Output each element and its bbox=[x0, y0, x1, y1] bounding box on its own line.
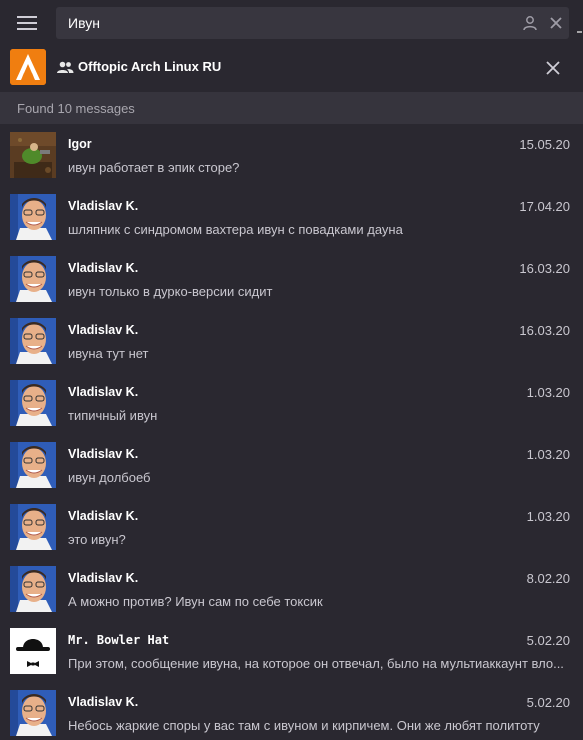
message-preview: ивун только в дурко-версии сидит bbox=[68, 284, 273, 299]
sender-name: Vladislav K. bbox=[68, 509, 139, 523]
list-item[interactable]: Vladislav K. 1.03.20 типичный ивун bbox=[0, 372, 583, 434]
photo-avatar-image bbox=[10, 504, 56, 550]
group-icon bbox=[57, 61, 74, 73]
sender-name: Vladislav K. bbox=[68, 199, 139, 213]
sender-name: Vladislav K. bbox=[68, 261, 139, 275]
avatar bbox=[10, 504, 56, 550]
message-date: 15.05.20 bbox=[519, 137, 570, 152]
photo-avatar-image bbox=[10, 442, 56, 488]
message-preview: А можно против? Ивун сам по себе токсик bbox=[68, 594, 323, 609]
message-preview: шляпник с синдромом вахтера ивун с повад… bbox=[68, 222, 403, 237]
window-edge-mark bbox=[576, 19, 583, 33]
avatar bbox=[10, 318, 56, 364]
message-date: 16.03.20 bbox=[519, 261, 570, 276]
list-item[interactable]: Vladislav K. 1.03.20 это ивун? bbox=[0, 496, 583, 558]
close-icon bbox=[550, 17, 562, 29]
message-preview: Небось жаркие споры у вас там с ивуном и… bbox=[68, 718, 540, 733]
person-icon bbox=[523, 16, 537, 31]
search-top-bar bbox=[0, 0, 583, 46]
sender-name: Vladislav K. bbox=[68, 323, 139, 337]
sender-name: Vladislav K. bbox=[68, 385, 139, 399]
message-preview: ивун работает в эпик сторе? bbox=[68, 160, 240, 175]
user-filter-button[interactable] bbox=[517, 7, 543, 39]
message-preview: При этом, сообщение ивуна, на которое он… bbox=[68, 656, 564, 671]
message-date: 16.03.20 bbox=[519, 323, 570, 338]
menu-button[interactable] bbox=[0, 0, 54, 46]
list-item[interactable]: Vladislav K. 16.03.20 ивуна тут нет bbox=[0, 310, 583, 372]
avatar bbox=[10, 566, 56, 612]
list-item[interactable]: Vladislav K. 5.02.20 Небось жаркие споры… bbox=[0, 682, 583, 740]
photo-avatar-image bbox=[10, 690, 56, 736]
photo-avatar-image bbox=[10, 194, 56, 240]
bowler-hat-avatar-image bbox=[10, 628, 56, 674]
message-preview: это ивун? bbox=[68, 532, 126, 547]
avatar bbox=[10, 690, 56, 736]
message-preview: ивуна тут нет bbox=[68, 346, 149, 361]
photo-avatar-image bbox=[10, 318, 56, 364]
photo-avatar-image bbox=[10, 256, 56, 302]
avatar bbox=[10, 628, 56, 674]
avatar bbox=[10, 132, 56, 178]
sender-name: Igor bbox=[68, 137, 92, 151]
close-chat-filter-button[interactable] bbox=[541, 56, 565, 80]
message-date: 5.02.20 bbox=[526, 695, 570, 710]
message-date: 1.03.20 bbox=[526, 509, 570, 524]
chat-title: Offtopic Arch Linux RU bbox=[78, 59, 222, 74]
list-item[interactable]: Vladislav K. 1.03.20 ивун долбоеб bbox=[0, 434, 583, 496]
avatar bbox=[10, 442, 56, 488]
sender-name: Vladislav K. bbox=[68, 695, 139, 709]
chat-avatar[interactable] bbox=[10, 49, 46, 85]
message-date: 1.03.20 bbox=[526, 447, 570, 462]
avatar bbox=[10, 256, 56, 302]
sender-name: Mr. Bowler Hat bbox=[68, 633, 170, 647]
game-avatar-image bbox=[10, 132, 56, 178]
found-results-bar: Found 10 messages bbox=[0, 92, 583, 124]
search-box bbox=[56, 7, 569, 39]
hamburger-menu-icon bbox=[17, 16, 37, 30]
close-icon bbox=[546, 61, 560, 75]
clear-search-button[interactable] bbox=[543, 7, 569, 39]
list-item[interactable]: Mr. Bowler Hat 5.02.20 При этом, сообщен… bbox=[0, 620, 583, 682]
message-preview: ивун долбоеб bbox=[68, 470, 151, 485]
chat-filter-header: Offtopic Arch Linux RU bbox=[0, 46, 583, 92]
list-item[interactable]: Vladislav K. 8.02.20 А можно против? Иву… bbox=[0, 558, 583, 620]
telegram-search-window: Offtopic Arch Linux RU Found 10 messages bbox=[0, 0, 583, 740]
sender-name: Vladislav K. bbox=[68, 571, 139, 585]
list-item[interactable]: Vladislav K. 16.03.20 ивун только в дурк… bbox=[0, 248, 583, 310]
message-date: 17.04.20 bbox=[519, 199, 570, 214]
list-item[interactable]: Vladislav K. 17.04.20 шляпник с синдромо… bbox=[0, 186, 583, 248]
message-date: 8.02.20 bbox=[526, 571, 570, 586]
message-date: 1.03.20 bbox=[526, 385, 570, 400]
arch-logo-icon bbox=[10, 49, 46, 85]
message-preview: типичный ивун bbox=[68, 408, 158, 423]
photo-avatar-image bbox=[10, 566, 56, 612]
found-count: Found 10 messages bbox=[17, 100, 135, 116]
sender-name: Vladislav K. bbox=[68, 447, 139, 461]
message-date: 5.02.20 bbox=[526, 633, 570, 648]
avatar bbox=[10, 194, 56, 240]
search-input[interactable] bbox=[56, 7, 517, 39]
search-results-list[interactable]: Igor 15.05.20 ивун работает в эпик сторе… bbox=[0, 124, 583, 740]
photo-avatar-image bbox=[10, 380, 56, 426]
list-item[interactable]: Igor 15.05.20 ивун работает в эпик сторе… bbox=[0, 124, 583, 186]
avatar bbox=[10, 380, 56, 426]
